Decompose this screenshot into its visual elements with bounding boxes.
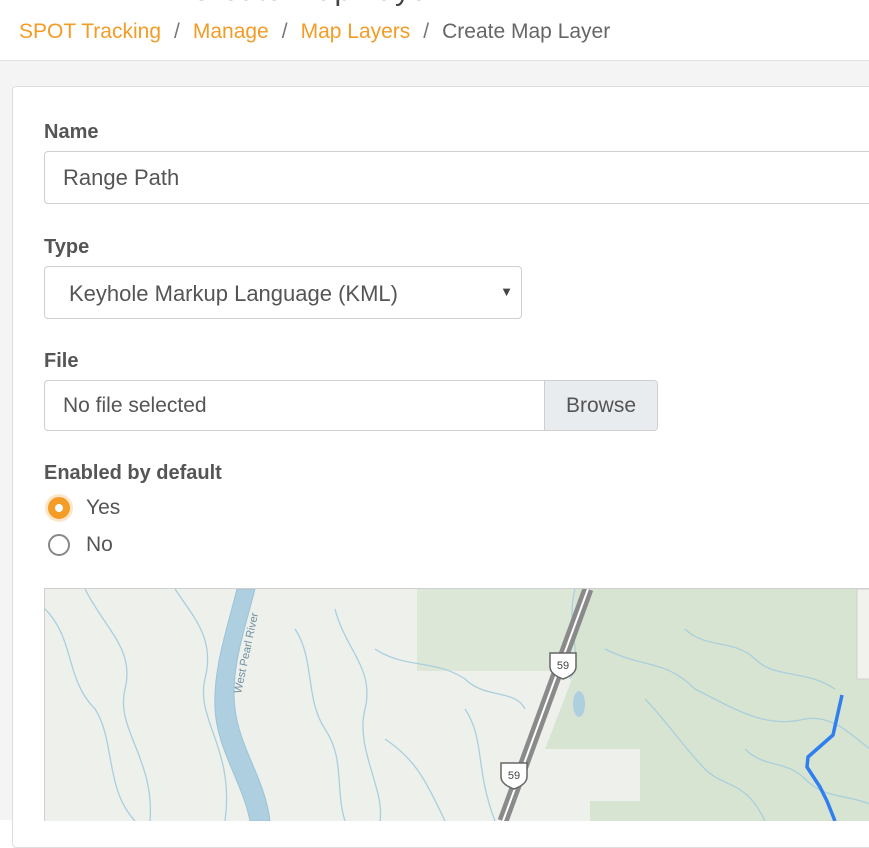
highway-shield-icon: 59 — [500, 762, 528, 790]
caret-down-icon: ▼ — [500, 284, 513, 299]
enabled-yes-option[interactable]: Yes — [48, 496, 120, 520]
browse-button[interactable]: Browse — [544, 381, 657, 430]
name-label: Name — [44, 121, 99, 143]
breadcrumb-separator: / — [174, 20, 180, 43]
radio-no-label: No — [86, 533, 113, 556]
name-input[interactable] — [44, 151, 869, 204]
breadcrumb-separator: / — [281, 20, 288, 43]
file-input-text: No file selected — [63, 394, 207, 417]
svg-text:59: 59 — [508, 770, 520, 782]
map-canvas: West Pearl River 59 59 — [45, 589, 869, 821]
radio-yes-label: Yes — [86, 496, 121, 519]
breadcrumb-spot-tracking[interactable]: SPOT Tracking — [19, 20, 161, 44]
breadcrumb: SPOT Tracking / Manage / Map Layers / Cr… — [19, 20, 610, 44]
pond — [573, 691, 585, 717]
map-parcel — [856, 589, 869, 680]
file-input[interactable]: No file selected Browse — [44, 380, 658, 431]
page-header: Create Map Layer SPOT Tracking / Manage … — [0, 0, 869, 61]
map-view[interactable]: West Pearl River 59 59 — [44, 588, 869, 821]
breadcrumb-manage[interactable]: Manage — [193, 20, 269, 44]
file-label: File — [44, 350, 79, 372]
breadcrumb-current: Create Map Layer — [442, 20, 611, 43]
highway-shield-icon: 59 — [549, 652, 577, 680]
type-select[interactable]: Keyhole Markup Language (KML) ▼ — [44, 266, 522, 319]
enabled-no-option[interactable]: No — [48, 533, 113, 557]
breadcrumb-map-layers[interactable]: Map Layers — [301, 20, 411, 44]
type-label: Type — [44, 236, 90, 258]
page-title: Create Map Layer — [190, 0, 438, 8]
svg-text:59: 59 — [557, 660, 569, 672]
type-select-value: Keyhole Markup Language (KML) — [69, 281, 398, 306]
river — [214, 589, 271, 821]
enabled-label: Enabled by default — [44, 462, 222, 484]
radio-no[interactable] — [48, 534, 70, 556]
radio-yes[interactable] — [48, 497, 70, 519]
breadcrumb-separator: / — [423, 20, 430, 43]
